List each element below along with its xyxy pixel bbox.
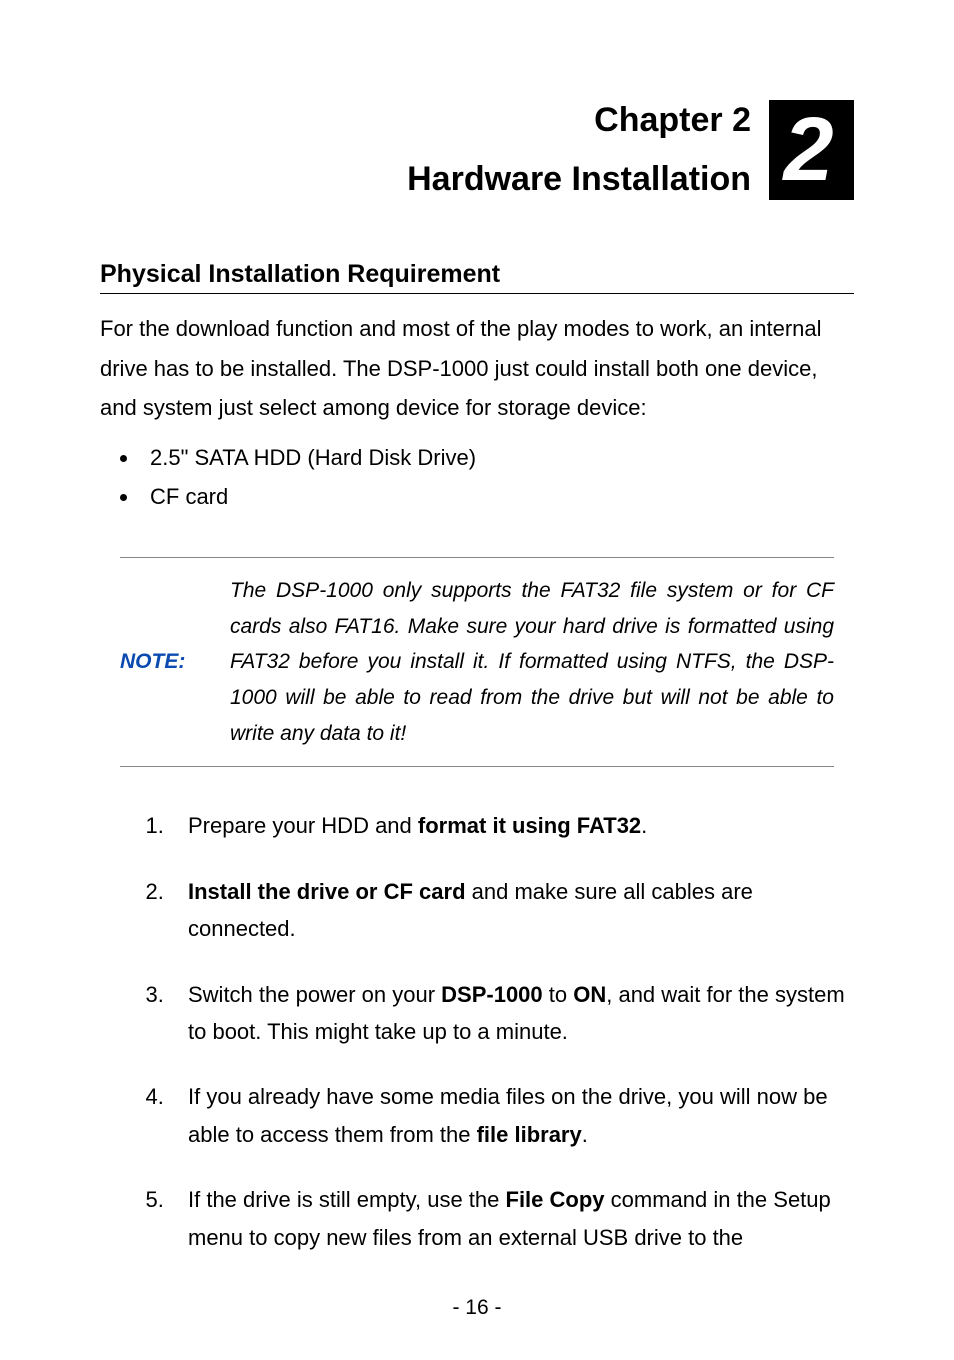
note-label: NOTE: [120, 573, 210, 751]
page-number: - 16 - [100, 1296, 854, 1320]
step-pre: Prepare your HDD and [188, 813, 418, 838]
chapter-number-label: Chapter 2 [407, 101, 751, 140]
step-pre: Switch the power on your [188, 982, 441, 1007]
step-post: . [582, 1122, 588, 1147]
step-bold: format it using FAT32 [418, 813, 641, 838]
list-item: If you already have some media files on … [170, 1078, 854, 1153]
device-bullet-list: 2.5" SATA HDD (Hard Disk Drive) CF card [100, 438, 854, 517]
list-item: If the drive is still empty, use the Fil… [170, 1181, 854, 1256]
intro-paragraph: For the download function and most of th… [100, 309, 854, 428]
list-item: Install the drive or CF card and make su… [170, 873, 854, 948]
chapter-header: Chapter 2 Hardware Installation 2 [100, 100, 854, 200]
step-post: . [641, 813, 647, 838]
chapter-badge: 2 [769, 100, 854, 200]
step-pre: If the drive is still empty, use the [188, 1187, 506, 1212]
note-text: The DSP-1000 only supports the FAT32 fil… [230, 573, 834, 751]
note-box: NOTE: The DSP-1000 only supports the FAT… [120, 557, 834, 767]
list-item: CF card [140, 477, 854, 517]
step-bold2: ON [573, 982, 606, 1007]
list-item: Switch the power on your DSP-1000 to ON,… [170, 976, 854, 1051]
step-mid: to [543, 982, 574, 1007]
list-item: 2.5" SATA HDD (Hard Disk Drive) [140, 438, 854, 478]
chapter-titles: Chapter 2 Hardware Installation [407, 101, 751, 199]
chapter-title: Hardware Installation [407, 160, 751, 199]
step-bold: DSP-1000 [441, 982, 543, 1007]
step-bold: Install the drive or CF card [188, 879, 466, 904]
steps-list: Prepare your HDD and format it using FAT… [100, 807, 854, 1256]
step-bold: File Copy [506, 1187, 605, 1212]
list-item: Prepare your HDD and format it using FAT… [170, 807, 854, 844]
step-bold: file library [477, 1122, 582, 1147]
section-title: Physical Installation Requirement [100, 260, 854, 294]
